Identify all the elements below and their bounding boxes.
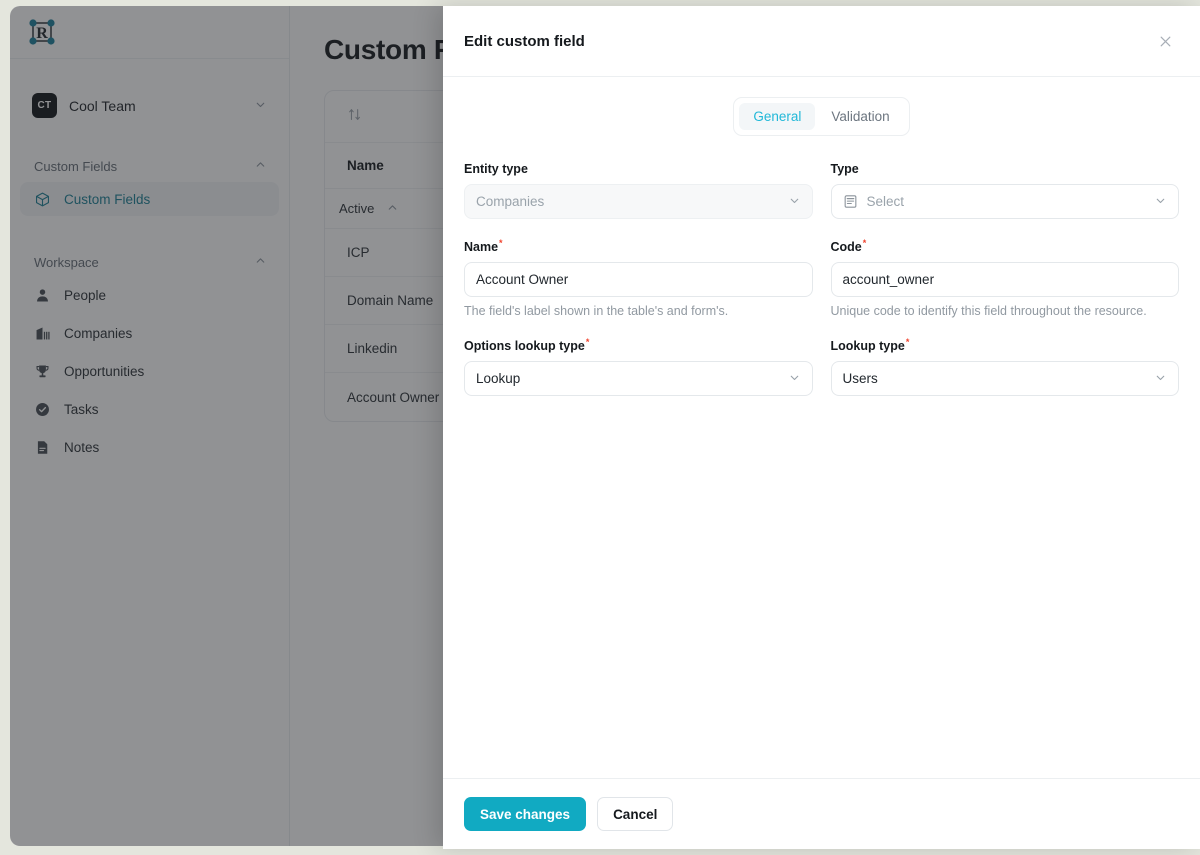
custom-field-form: Entity type Companies Type Select Name* … (464, 162, 1179, 415)
label-lookup-type-text: Lookup type (830, 339, 905, 354)
modal-tabs-container: General Validation (464, 97, 1179, 136)
label-code: Code* (831, 238, 1180, 254)
cancel-button[interactable]: Cancel (597, 797, 674, 831)
field-code: Code* Unique code to identify this field… (830, 238, 1180, 319)
chevron-down-icon (1154, 371, 1167, 387)
label-code-text: Code (830, 240, 862, 255)
chevron-down-icon (1154, 194, 1167, 210)
edit-custom-field-modal: Edit custom field General Validation Ent… (443, 6, 1200, 849)
required-mark: * (862, 238, 867, 248)
required-mark: * (905, 337, 910, 348)
label-entity-type: Entity type (464, 162, 528, 176)
chevron-down-icon (788, 194, 801, 210)
close-icon[interactable] (1152, 28, 1178, 54)
modal-body: General Validation Entity type Companies… (443, 77, 1200, 778)
modal-tabs: General Validation (733, 97, 910, 136)
entity-type-value: Companies (476, 194, 545, 209)
label-name: Name* (464, 238, 813, 254)
tab-validation[interactable]: Validation (817, 103, 903, 130)
modal-footer: Save changes Cancel (443, 778, 1200, 849)
type-select[interactable]: Select (830, 184, 1179, 219)
chevron-down-icon (788, 371, 801, 387)
lookup-type-select[interactable]: Users (830, 361, 1179, 397)
label-name-text: Name (464, 240, 499, 255)
save-changes-button[interactable]: Save changes (464, 797, 587, 831)
lookup-type-value: Users (842, 371, 878, 387)
field-lookup-type: Lookup type* Users (830, 337, 1180, 397)
field-type: Type Select (830, 162, 1179, 219)
required-mark: * (585, 337, 590, 348)
label-type: Type (830, 162, 859, 176)
tab-general[interactable]: General (739, 103, 816, 130)
options-lookup-type-select[interactable]: Lookup (464, 361, 813, 397)
code-help-text: Unique code to identify this field throu… (830, 304, 1147, 319)
options-lookup-type-value: Lookup (476, 371, 521, 387)
code-input[interactable] (830, 262, 1179, 298)
name-help-text: The field's label shown in the table's a… (464, 304, 729, 319)
label-lookup-type: Lookup type* (831, 337, 1180, 353)
required-mark: * (499, 238, 503, 248)
field-entity-type: Entity type Companies (464, 162, 813, 219)
modal-title: Edit custom field (464, 32, 585, 50)
type-placeholder: Select (866, 194, 905, 209)
field-options-lookup-type: Options lookup type* Lookup (464, 337, 813, 397)
modal-header: Edit custom field (443, 6, 1200, 77)
name-input[interactable] (464, 262, 813, 298)
entity-type-select: Companies (464, 184, 813, 219)
form-list-icon (843, 194, 858, 209)
field-name: Name* The field's label shown in the tab… (464, 238, 813, 318)
label-options-lookup-type-text: Options lookup type (464, 339, 585, 354)
label-options-lookup-type: Options lookup type* (464, 337, 813, 353)
